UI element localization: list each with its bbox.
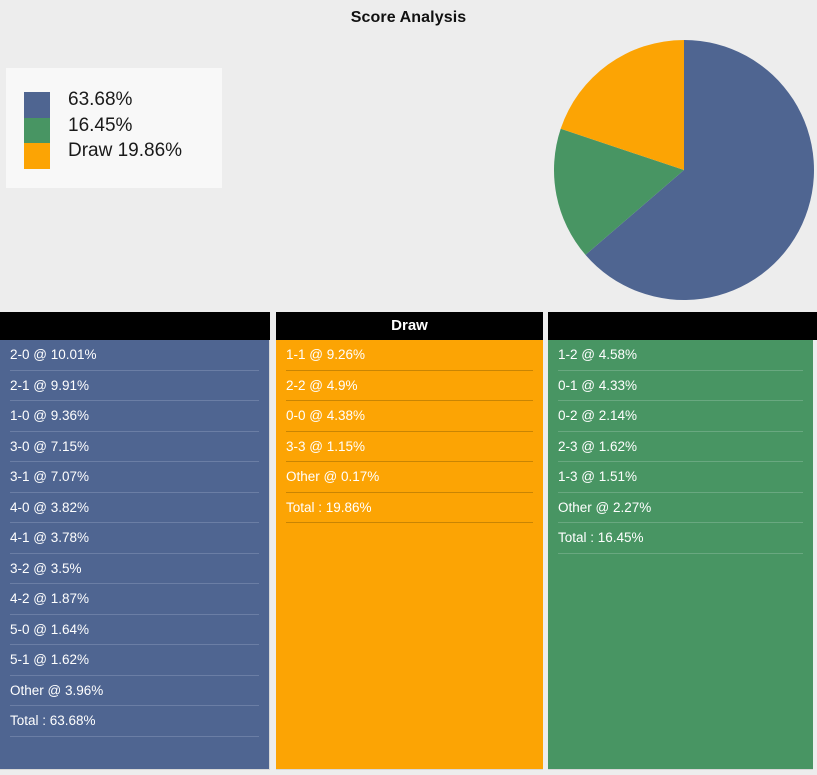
score-row: 4-1 @ 3.78% xyxy=(10,523,259,554)
legend-swatch-away xyxy=(24,117,50,144)
column-body-draw: 1-1 @ 9.26% 2-2 @ 4.9% 0-0 @ 4.38% 3-3 @ 1.… xyxy=(276,340,543,770)
column-header-home xyxy=(0,312,270,340)
score-row: 2-3 @ 1.62% xyxy=(558,432,803,462)
score-row: 3-2 @ 3.5% xyxy=(10,554,259,584)
column-body-away: 1-2 @ 4.58% 0-1 @ 4.33% 0-2 @ 2.14% 2-3 @ 1… xyxy=(548,340,813,770)
score-row: 3-3 @ 1.15% xyxy=(286,432,533,462)
legend-label-home: 63.68% xyxy=(68,89,133,110)
score-row: 5-1 @ 1.62% xyxy=(10,645,259,676)
score-row: 4-2 @ 1.87% xyxy=(10,584,259,615)
score-row: 0-0 @ 4.38% xyxy=(286,401,533,432)
score-analysis-chart: Score Analysis 63.68% 16.45% Draw 19.86% xyxy=(0,0,817,310)
score-row: Other @ 0.17% xyxy=(286,462,533,493)
column-header-draw: Draw xyxy=(276,312,543,340)
score-row: 3-0 @ 7.15% xyxy=(10,432,259,462)
score-row: 0-1 @ 4.33% xyxy=(558,371,803,401)
score-column-away: 1-2 @ 4.58% 0-1 @ 4.33% 0-2 @ 2.14% 2-3 @ 1… xyxy=(548,312,817,775)
score-row: 2-0 @ 10.01% xyxy=(10,340,259,371)
score-row: Total : 63.68% xyxy=(10,706,259,737)
score-row: Other @ 3.96% xyxy=(10,676,259,706)
score-row: 0-2 @ 2.14% xyxy=(558,401,803,432)
score-row: 2-2 @ 4.9% xyxy=(286,371,533,401)
score-row: Total : 19.86% xyxy=(286,493,533,523)
score-column-draw: Draw 1-1 @ 9.26% 2-2 @ 4.9% 0-0 @ 4.38% 3-3… xyxy=(276,312,543,775)
score-row: 3-1 @ 7.07% xyxy=(10,462,259,493)
score-row: 1-0 @ 9.36% xyxy=(10,401,259,432)
pie-chart-svg xyxy=(554,40,814,300)
score-row: 4-0 @ 3.82% xyxy=(10,493,259,523)
score-row: 2-1 @ 9.91% xyxy=(10,371,259,401)
legend-swatch-stack xyxy=(24,92,50,169)
legend-label-list: 63.68% 16.45% Draw 19.86% xyxy=(68,87,218,164)
column-body-home: 2-0 @ 10.01% 2-1 @ 9.91% 1-0 @ 9.36% 3-0 @ … xyxy=(0,340,270,770)
page-title: Score Analysis xyxy=(350,9,467,26)
score-row: 5-0 @ 1.64% xyxy=(10,615,259,645)
score-breakdown-table: 2-0 @ 10.01% 2-1 @ 9.91% 1-0 @ 9.36% 3-0 @ … xyxy=(0,312,817,775)
score-row: Total : 16.45% xyxy=(558,523,803,554)
column-header-away xyxy=(548,312,817,340)
legend-swatch-draw xyxy=(24,143,50,169)
score-row: 1-3 @ 1.51% xyxy=(558,462,803,493)
legend-label-away: 16.45% xyxy=(68,114,133,136)
legend-swatch-home xyxy=(24,92,50,118)
pie-chart xyxy=(554,40,814,300)
score-row: 1-1 @ 9.26% xyxy=(286,340,533,371)
score-row: Other @ 2.27% xyxy=(558,493,803,523)
score-column-home: 2-0 @ 10.01% 2-1 @ 9.91% 1-0 @ 9.36% 3-0 @ … xyxy=(0,312,270,775)
chart-legend: 63.68% 16.45% Draw 19.86% xyxy=(6,68,222,188)
legend-label-draw: Draw 19.86% xyxy=(68,140,183,162)
score-row: 1-2 @ 4.58% xyxy=(558,340,803,371)
